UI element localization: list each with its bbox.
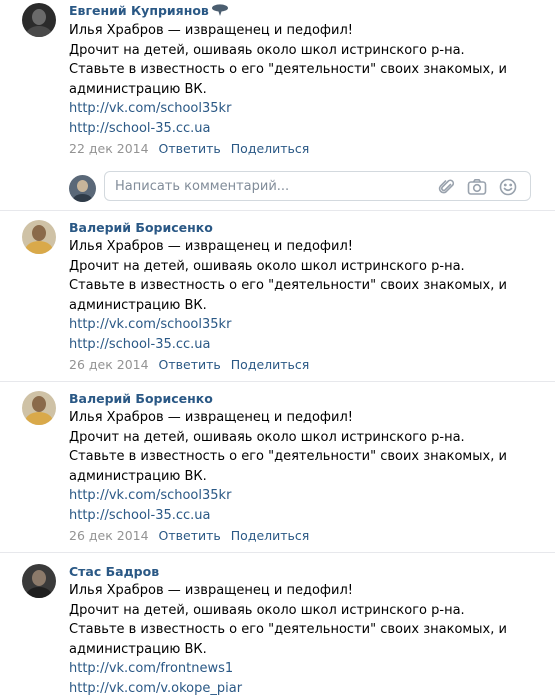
avatar[interactable] <box>22 391 56 425</box>
comment-text-line: администрацию ВК. <box>69 297 207 313</box>
comment-text-line: Илья Храбров — извращенец и педофил! <box>69 583 353 598</box>
comment-text-line: Дрочит на детей, ошиваяь около школ истр… <box>69 258 465 274</box>
comment-link[interactable]: http://school-35.cc.ua <box>69 506 507 526</box>
comment-link[interactable]: http://school-35.cc.ua <box>69 119 507 139</box>
post-date[interactable]: 26 дек 2014 <box>69 528 149 543</box>
comment-text-line: Ставьте в известность о его "деятельност… <box>69 62 507 77</box>
reply-link[interactable]: Ответить <box>159 141 221 156</box>
comment-link[interactable]: http://vk.com/school35kr <box>69 486 507 506</box>
avatar[interactable] <box>22 3 56 37</box>
comment-link[interactable]: http://vk.com/school35kr <box>69 315 507 335</box>
post-date[interactable]: 22 дек 2014 <box>69 141 149 156</box>
camera-icon[interactable] <box>467 178 487 196</box>
comment-text-line: Ставьте в известность о его "деятельност… <box>69 449 507 464</box>
comment-text-line: Дрочит на детей, ошиваяь около школ истр… <box>69 602 465 618</box>
comment-text-line: администрацию ВК. <box>69 81 207 97</box>
comment-text-line: Дрочит на детей, ошиваяь около школ истр… <box>69 42 465 58</box>
post-2: Валерий Борисенко Илья Храбров — извраще… <box>0 211 555 382</box>
smile-icon[interactable] <box>499 178 517 196</box>
post-date[interactable]: 26 дек 2014 <box>69 357 149 372</box>
comment-text-line: Илья Храбров — извращенец и педофил! <box>69 239 353 254</box>
comment-composer <box>0 170 555 210</box>
comment-text-line: Ставьте в известность о его "деятельност… <box>69 278 507 293</box>
current-user-avatar <box>69 175 96 202</box>
comment-link[interactable]: http://vk.com/v.okope_piar <box>69 679 507 699</box>
author-name[interactable]: Стас Бадров <box>69 564 159 579</box>
author-name[interactable]: Валерий Борисенко <box>69 220 213 235</box>
paperclip-icon[interactable] <box>438 178 456 196</box>
reply-link[interactable]: Ответить <box>159 357 221 372</box>
comment-link[interactable]: http://vk.com/school35kr <box>69 99 507 119</box>
reply-link[interactable]: Ответить <box>159 528 221 543</box>
author-name[interactable]: Валерий Борисенко <box>69 391 213 406</box>
comment-text-line: администрацию ВК. <box>69 468 207 484</box>
comment-text-line: Дрочит на детей, ошиваяь около школ истр… <box>69 429 465 445</box>
comment-text-line: Илья Храбров — извращенец и педофил! <box>69 410 353 425</box>
profile-badge-icon <box>211 3 229 20</box>
share-link[interactable]: Поделиться <box>231 357 310 372</box>
comment-text-line: Илья Храбров — извращенец и педофил! <box>69 23 353 38</box>
comment-input-box[interactable] <box>104 171 531 201</box>
comment-link[interactable]: http://school-35.cc.ua <box>69 335 507 355</box>
comment-text-line: администрацию ВК. <box>69 641 207 657</box>
avatar[interactable] <box>22 220 56 254</box>
comment-text-line: Ставьте в известность о его "деятельност… <box>69 622 507 637</box>
post-1: Евгений Куприянов Илья Храбров — извраще… <box>0 0 555 211</box>
post-3: Валерий Борисенко Илья Храбров — извраще… <box>0 382 555 553</box>
share-link[interactable]: Поделиться <box>231 141 310 156</box>
author-name[interactable]: Евгений Куприянов <box>69 3 229 20</box>
comment-link[interactable]: http://vk.com/frontnews1 <box>69 659 507 679</box>
comment-input[interactable] <box>115 177 425 195</box>
avatar[interactable] <box>22 564 56 598</box>
post-4: Стас Бадров Илья Храбров — извращенец и … <box>0 553 555 700</box>
share-link[interactable]: Поделиться <box>231 528 310 543</box>
